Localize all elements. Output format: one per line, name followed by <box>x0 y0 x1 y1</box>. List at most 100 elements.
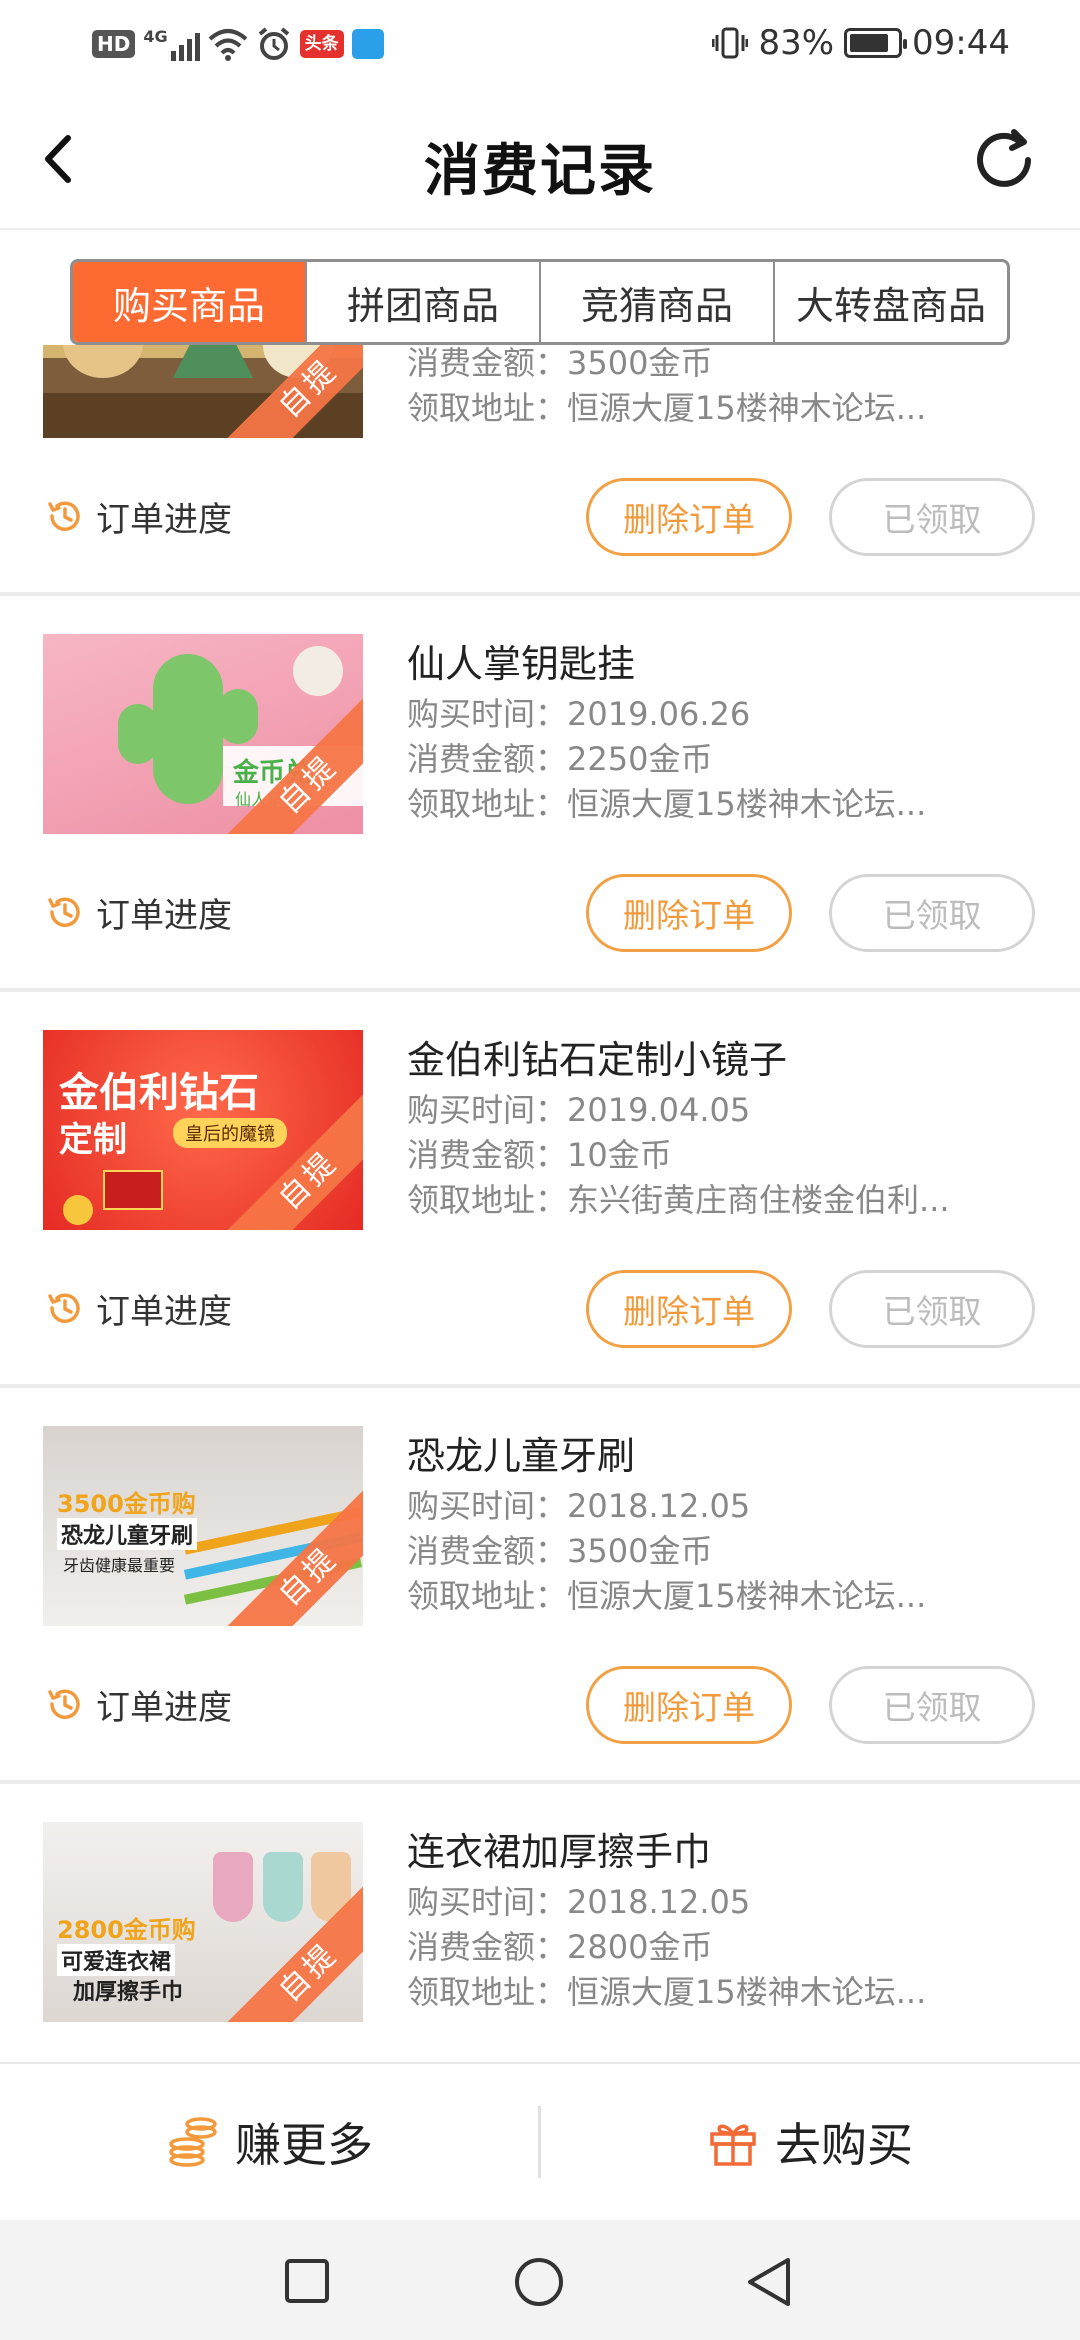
delete-order-button[interactable]: 删除订单 <box>586 1270 792 1348</box>
address-label: 领取地址： <box>407 1973 568 2011</box>
delete-order-button[interactable]: 删除订单 <box>586 478 792 556</box>
order-card: 金币兑 仙人掌 自提 仙人掌钥匙挂 购买时间：2019.06.26 消费金额：2… <box>0 596 1080 992</box>
address-value: 恒源大厦15楼神木论坛... <box>567 389 927 427</box>
address-label: 领取地址： <box>407 389 568 427</box>
product-name: 恐龙儿童牙刷 <box>407 1434 636 1478</box>
purchase-time: 购买时间：2018.12.05 <box>407 1484 1027 1529</box>
amount-label: 消费金额： <box>407 1136 568 1174</box>
delete-order-button[interactable]: 删除订单 <box>586 1666 792 1744</box>
tab-group-buy[interactable]: 拼团商品 <box>305 262 539 342</box>
address-label: 领取地址： <box>407 1577 568 1615</box>
claimed-button[interactable]: 已领取 <box>829 1666 1035 1744</box>
address-value: 恒源大厦15楼神木论坛... <box>567 1577 927 1615</box>
address: 领取地址：恒源大厦15楼神木论坛... <box>407 386 1027 431</box>
status-left-indicators: HD 4G 头条 <box>92 22 384 66</box>
thumb-headline: 金伯利钻石 <box>59 1070 259 1116</box>
order-card: 金伯利钻石 定制 皇后的魔镜 自提 金伯利钻石定制小镜子 购买时间：2019.0… <box>0 992 1080 1388</box>
status-bar: HD 4G 头条 83% 09:44 <box>0 0 1080 88</box>
product-name: 仙人掌钥匙挂 <box>407 642 636 686</box>
thumb-tag: 皇后的魔镜 <box>173 1118 287 1148</box>
address-label: 领取地址： <box>407 1181 568 1219</box>
purchase-time-value: 2018.12.05 <box>567 1487 751 1525</box>
status-right: 83% 09:44 <box>712 18 1010 68</box>
amount: 消费金额：10金币 <box>407 1133 1027 1178</box>
wifi-icon <box>208 29 247 61</box>
product-image[interactable]: 金币兑 仙人掌 自提 <box>43 634 363 834</box>
address: 领取地址：恒源大厦15楼神木论坛... <box>407 1970 1027 2015</box>
order-info: 仙人掌钥匙挂 购买时间：2019.06.26 消费金额：2250金币 领取地址：… <box>407 636 1027 827</box>
order-progress-label: 订单进度 <box>96 895 232 936</box>
product-image[interactable]: 2800金币购 可爱连衣裙 加厚擦手巾 自提 <box>43 1822 363 2022</box>
delete-order-button[interactable]: 删除订单 <box>586 874 792 952</box>
order-info: 恐龙儿童牙刷 购买时间：2018.12.05 消费金额：3500金币 领取地址：… <box>407 1428 1027 1619</box>
thumb-subline: 加厚擦手巾 <box>73 1980 184 2005</box>
address-value: 恒源大厦15楼神木论坛... <box>567 785 927 823</box>
amount-label: 消费金额： <box>407 740 568 778</box>
order-info: 连衣裙加厚擦手巾 购买时间：2018.12.05 消费金额：2800金币 领取地… <box>407 1824 1027 2015</box>
purchase-time-label: 购买时间： <box>407 1883 568 1921</box>
gift-icon <box>710 2124 756 2166</box>
order-card: 2800金币购 可爱连衣裙 加厚擦手巾 自提 连衣裙加厚擦手巾 购买时间：201… <box>0 1784 1080 2062</box>
thumb-price: 3500金币购 <box>57 1490 196 1518</box>
battery-icon <box>844 28 908 58</box>
product-name: 连衣裙加厚擦手巾 <box>407 1830 712 1874</box>
home-icon[interactable] <box>513 2256 565 2308</box>
product-image[interactable]: 3500金币购 恐龙儿童牙刷 牙齿健康最重要 自提 <box>43 1426 363 1626</box>
order-progress-label: 订单进度 <box>96 499 232 540</box>
address: 领取地址：东兴街黄庄商住楼金伯利... <box>407 1178 1027 1223</box>
purchase-time-value: 2018.12.05 <box>567 1883 751 1921</box>
order-list[interactable]: 自提 购买时间： 消费金额：3500金币 领取地址：恒源大厦15楼神木论坛...… <box>0 345 1080 2062</box>
battery-percent: 83% <box>758 23 835 63</box>
amount-value: 10金币 <box>567 1136 672 1174</box>
thumb-headline: 恐龙儿童牙刷 <box>57 1518 198 1550</box>
address-value: 恒源大厦15楼神木论坛... <box>567 1973 927 2011</box>
thumb-subline: 牙齿健康最重要 <box>63 1556 176 1575</box>
refresh-icon[interactable] <box>964 120 1044 200</box>
clock: 09:44 <box>912 23 1010 63</box>
order-info: 金伯利钻石定制小镜子 购买时间：2019.04.05 消费金额：10金币 领取地… <box>407 1032 1027 1223</box>
amount-label: 消费金额： <box>407 1532 568 1570</box>
recent-apps-icon[interactable] <box>284 2258 330 2304</box>
tab-purchase[interactable]: 购买商品 <box>73 262 305 342</box>
amount-value: 2250金币 <box>567 740 713 778</box>
back-nav-icon[interactable] <box>744 2256 794 2308</box>
go-buy-label: 去购买 <box>775 2118 913 2172</box>
claimed-button[interactable]: 已领取 <box>829 1270 1035 1348</box>
go-buy-button[interactable]: 去购买 <box>540 2064 1080 2220</box>
order-progress-link[interactable]: 订单进度 <box>44 882 232 942</box>
purchase-time: 购买时间：2019.04.05 <box>407 1088 1027 1133</box>
page-title: 消费记录 <box>424 139 656 204</box>
product-image[interactable]: 自提 <box>43 345 363 438</box>
purchase-time-value: 2019.06.26 <box>567 695 751 733</box>
amount: 消费金额：2800金币 <box>407 1925 1027 1970</box>
order-progress-link[interactable]: 订单进度 <box>44 1674 232 1734</box>
amount-value: 3500金币 <box>567 1532 713 1570</box>
amount-label: 消费金额： <box>407 1928 568 1966</box>
address-label: 领取地址： <box>407 785 568 823</box>
purchase-time-label: 购买时间： <box>407 1091 568 1129</box>
bottom-action-bar: 赚更多 去购买 <box>0 2062 1080 2220</box>
order-card: 3500金币购 恐龙儿童牙刷 牙齿健康最重要 自提 恐龙儿童牙刷 购买时间：20… <box>0 1388 1080 1784</box>
hd-indicator: HD <box>92 30 136 58</box>
claimed-button[interactable]: 已领取 <box>829 874 1035 952</box>
order-progress-link[interactable]: 订单进度 <box>44 1278 232 1338</box>
amount: 消费金额：3500金币 <box>407 1529 1027 1574</box>
product-image[interactable]: 金伯利钻石 定制 皇后的魔镜 自提 <box>43 1030 363 1230</box>
purchase-time-value: 2019.04.05 <box>567 1091 751 1129</box>
product-name: 金伯利钻石定制小镜子 <box>407 1038 788 1082</box>
address-value: 东兴街黄庄商住楼金伯利... <box>567 1181 950 1219</box>
alarm-icon <box>258 27 289 60</box>
signal-icon: 4G <box>143 27 200 61</box>
order-info: 购买时间： 消费金额：3500金币 领取地址：恒源大厦15楼神木论坛... <box>407 345 1027 431</box>
purchase-time: 购买时间：2019.06.26 <box>407 692 1027 737</box>
earn-more-button[interactable]: 赚更多 <box>0 2064 540 2220</box>
claimed-button[interactable]: 已领取 <box>829 478 1035 556</box>
tab-wheel[interactable]: 大转盘商品 <box>773 262 1007 342</box>
order-progress-link[interactable]: 订单进度 <box>44 486 232 546</box>
address: 领取地址：恒源大厦15楼神木论坛... <box>407 782 1027 827</box>
tab-guess[interactable]: 竞猜商品 <box>539 262 773 342</box>
order-progress-label: 订单进度 <box>96 1291 232 1332</box>
vibrate-icon <box>712 27 749 59</box>
toutiao-icon: 头条 <box>299 30 344 58</box>
purchase-time-label: 购买时间： <box>407 695 568 733</box>
